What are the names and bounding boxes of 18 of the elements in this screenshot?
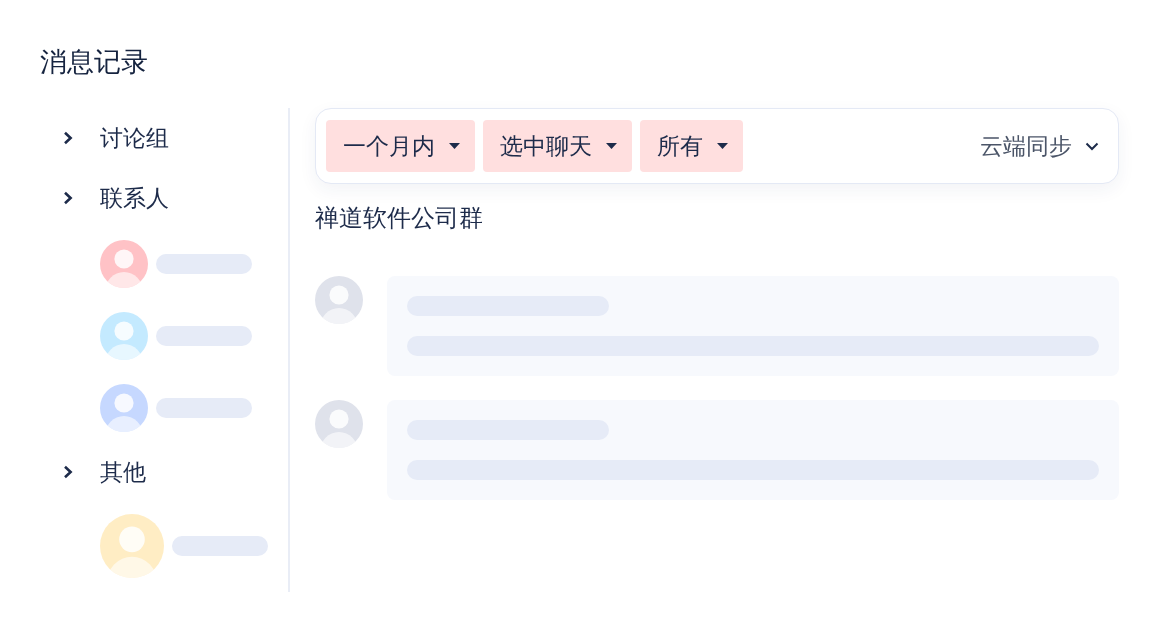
page-title: 消息记录 [40,46,148,79]
filter-dropdown[interactable]: 选中聊天 [483,120,632,172]
sync-dropdown[interactable]: 云端同步 [980,130,1099,162]
chevron-right-icon [63,191,73,205]
filter-dropdown[interactable]: 所有 [640,120,743,172]
caret-icon [717,143,728,149]
avatar-icon [315,276,363,324]
chevron-right-icon [63,465,73,479]
caret-icon [606,143,617,149]
chat-title: 禅道软件公司群 [315,204,483,233]
tree-item[interactable]: 联系人 [63,178,169,218]
tree-item[interactable]: 讨论组 [63,118,169,158]
tree-item[interactable]: 其他 [63,452,146,492]
filter-dropdown[interactable]: 一个月内 [326,120,475,172]
avatar-icon [315,400,363,448]
chevron-down-icon [1085,141,1099,151]
chevron-right-icon [63,131,73,145]
caret-icon [449,143,460,149]
